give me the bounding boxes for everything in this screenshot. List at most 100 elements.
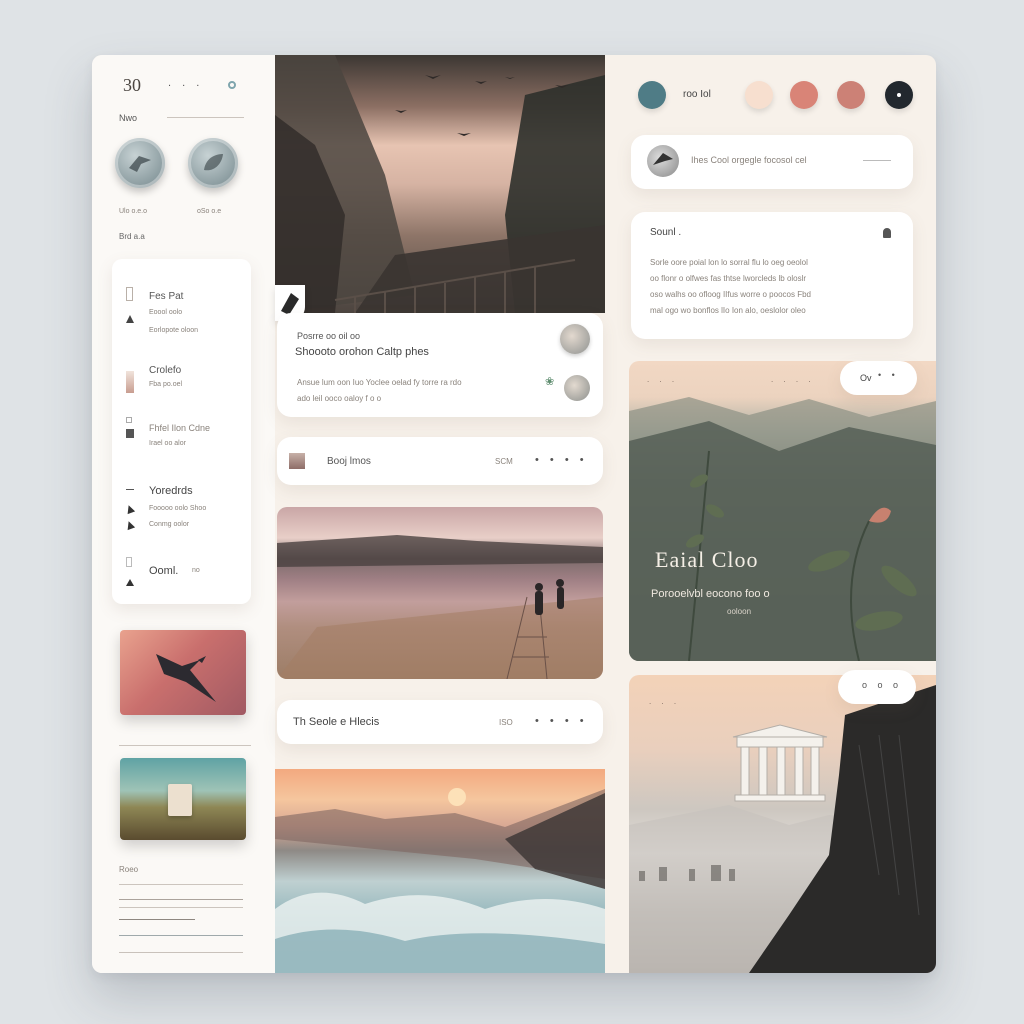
menu-item-sub: Eoool oolo bbox=[149, 309, 183, 316]
app-window: 30 . . . Nwo Ulo o.e.o oSo o.e Brd a.a F… bbox=[92, 55, 936, 973]
checkbox-icon bbox=[126, 417, 132, 423]
book-thumb-icon bbox=[289, 453, 305, 469]
status-ring-icon bbox=[228, 81, 236, 89]
cliff-scene bbox=[275, 55, 605, 313]
menu-item-sub: Irael oo alor bbox=[149, 440, 186, 447]
color-swatch-3[interactable] bbox=[790, 81, 818, 109]
hero-title: Eaial Cloo bbox=[655, 547, 759, 572]
more-dots[interactable]: • • • • bbox=[535, 454, 588, 466]
coin-button-1[interactable] bbox=[115, 138, 165, 188]
thumbnail-landscape[interactable] bbox=[120, 758, 246, 840]
book-meta: SCM bbox=[495, 457, 513, 466]
post-title: Shoooto orohon Caltp phes bbox=[295, 346, 429, 358]
bird-icon bbox=[129, 156, 151, 172]
color-swatch-5[interactable] bbox=[885, 81, 913, 109]
menu-item-4[interactable]: Yoredrds Fooooo oolo Shoo Conmg oolor bbox=[112, 481, 251, 541]
top-dots[interactable]: . . . bbox=[168, 77, 203, 89]
divider bbox=[119, 745, 251, 746]
avatar[interactable] bbox=[647, 145, 679, 177]
photo-temple-cliff[interactable]: . . . bbox=[629, 675, 936, 973]
post-body: Ansue lum oon Iuo Yoclee oelad fy torre … bbox=[297, 378, 462, 387]
footer-line bbox=[119, 884, 243, 885]
post-line1: Posrre oo oil oo bbox=[297, 331, 361, 341]
sound-line: mal ogo wo bonflos lIo Ion alo, oeslolor… bbox=[650, 306, 806, 315]
hero-top-dots: . . . . bbox=[771, 375, 815, 384]
menu-item-1[interactable]: Fes Pat Eoool oolo Eorlopote oloon bbox=[112, 283, 251, 343]
menu-item-title: Fes Pat bbox=[149, 291, 184, 302]
search-card[interactable]: Th Seole e Hlecis ISO • • • • bbox=[277, 700, 603, 744]
bird-silhouette-icon bbox=[156, 654, 216, 702]
section-divider bbox=[167, 117, 244, 118]
menu-item-sub: no bbox=[192, 567, 200, 574]
menu-card: Fes Pat Eoool oolo Eorlopote oloon Crole… bbox=[112, 259, 251, 604]
hero-subtitle-2: ooloon bbox=[727, 607, 752, 616]
temple-scene bbox=[629, 685, 936, 973]
notification-card[interactable]: Ihes Cool orgegle focosol cel bbox=[631, 135, 913, 189]
swatch-icon bbox=[126, 371, 134, 393]
search-meta: ISO bbox=[499, 718, 513, 727]
hero-photo-cliff[interactable] bbox=[275, 55, 605, 313]
sound-line: Sorle oore poial lon lo sorral flu lo oe… bbox=[650, 258, 808, 267]
hero-pill-label: Ov bbox=[860, 373, 872, 383]
up-arrow-icon bbox=[126, 579, 134, 586]
hero-pill-dots: • • bbox=[878, 370, 899, 380]
footer-line bbox=[119, 952, 243, 953]
menu-item-5[interactable]: Ooml. no bbox=[112, 555, 251, 595]
beach-scene bbox=[277, 535, 603, 679]
search-label: Th Seole e Hlecis bbox=[293, 716, 380, 728]
leaf-icon bbox=[204, 154, 223, 171]
coin-caption-1: Ulo o.e.o bbox=[119, 208, 148, 215]
arrow-icon bbox=[124, 503, 136, 515]
footer-label: Roeo bbox=[119, 865, 139, 874]
menu-item-title: Ooml. bbox=[149, 565, 179, 577]
menu-item-title: Yoredrds bbox=[149, 485, 193, 497]
block-icon bbox=[126, 429, 134, 438]
color-swatch-1[interactable] bbox=[638, 81, 666, 109]
plant-icon: ❀ bbox=[545, 376, 555, 388]
color-swatch-4[interactable] bbox=[837, 81, 865, 109]
notification-line bbox=[863, 160, 891, 161]
thumbnail-bird[interactable] bbox=[120, 630, 246, 715]
photo-sunset-waves[interactable] bbox=[275, 769, 605, 973]
photo-beach-walk[interactable] bbox=[277, 507, 603, 679]
sound-card[interactable]: Sounl . Sorle oore poial lon lo sorral f… bbox=[631, 212, 913, 339]
page-icon bbox=[126, 287, 133, 301]
hero-pill-button[interactable]: Ov • • bbox=[840, 361, 917, 395]
menu-item-title: Crolefo bbox=[149, 365, 182, 376]
hero-top-dots: . . . bbox=[647, 375, 679, 384]
color-swatch-2[interactable] bbox=[745, 81, 773, 109]
bell-icon[interactable] bbox=[883, 228, 891, 238]
menu-item-title: Fhfel Ilon Cdne bbox=[149, 423, 211, 433]
temple-pill-label: o o o bbox=[862, 680, 903, 690]
temple-pill-button[interactable]: o o o bbox=[838, 670, 916, 704]
coin-caption-2: oSo o.e bbox=[197, 208, 222, 215]
menu-item-sub: Fba po.oel bbox=[149, 381, 183, 388]
post-card[interactable]: Posrre oo oil oo Shoooto orohon Caltp ph… bbox=[277, 313, 603, 417]
footer-line bbox=[119, 919, 195, 920]
sound-line: oso walhs oo ofloog IIfus worre o poocos… bbox=[650, 290, 811, 299]
menu-item-sub: Conmg oolor bbox=[149, 521, 190, 528]
coin-button-2[interactable] bbox=[188, 138, 238, 188]
more-dots[interactable]: • • • • bbox=[535, 715, 588, 727]
book-label: Booj lmos bbox=[327, 456, 371, 467]
avatar[interactable] bbox=[560, 324, 590, 354]
menu-item-3[interactable]: Fhfel Ilon Cdne Irael oo alor bbox=[112, 415, 251, 455]
hero-photo-mountains[interactable]: . . . . . . . Eaial Cloo Porooelvbl eoco… bbox=[629, 361, 936, 661]
sound-line: oo flonr o olfwes fas thtse lworcleds lb… bbox=[650, 274, 807, 283]
sidebar-number: 30 bbox=[123, 75, 141, 95]
footer-line bbox=[119, 907, 243, 908]
top-label: roo Iol bbox=[683, 89, 711, 100]
sound-title: Sounl . bbox=[650, 227, 682, 238]
menu-item-2[interactable]: Crolefo Fba po.oel bbox=[112, 357, 251, 397]
page-icon bbox=[126, 557, 132, 567]
temple-top-dots: . . . bbox=[649, 697, 681, 706]
footer-line bbox=[119, 899, 243, 900]
mountain-scene bbox=[629, 397, 936, 661]
menu-item-sub: Eorlopote oloon bbox=[149, 327, 199, 334]
avatar[interactable] bbox=[564, 375, 590, 401]
arrow-icon bbox=[124, 519, 136, 531]
minus-icon bbox=[126, 489, 134, 490]
book-card[interactable]: Booj lmos SCM • • • • bbox=[277, 437, 603, 485]
notification-text: Ihes Cool orgegle focosol cel bbox=[691, 155, 807, 165]
small-label: Brd a.a bbox=[119, 232, 145, 241]
